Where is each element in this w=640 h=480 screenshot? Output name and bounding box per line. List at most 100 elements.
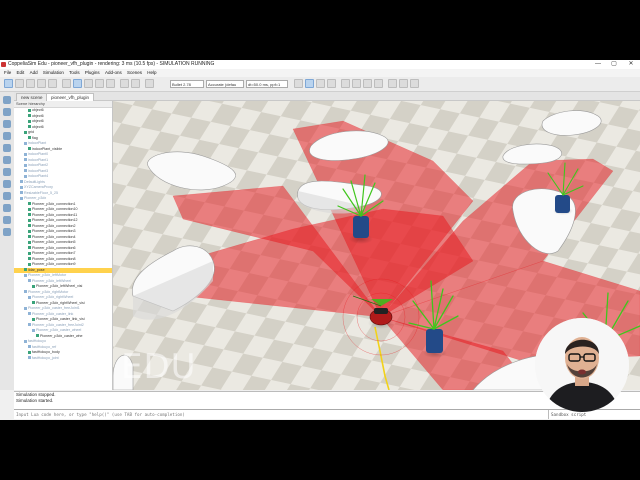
transfer-dna-button[interactable] [106, 79, 115, 88]
object-icon [20, 196, 23, 200]
camera-zoom-button[interactable] [37, 79, 46, 88]
timestep-select[interactable]: dt=50.0 ms, ppf=1 [246, 80, 288, 88]
camera-pan-button[interactable] [4, 79, 13, 88]
menu-help[interactable]: Help [147, 69, 156, 77]
scene-hierarchy-icon[interactable] [3, 108, 11, 116]
user-settings-icon[interactable] [3, 228, 11, 236]
scene-selector-button[interactable] [410, 79, 419, 88]
title-bar: CoppeliaSim Edu - pioneer_vfh_plugin - r… [0, 60, 640, 69]
object-icon [24, 158, 27, 162]
menu-scenes[interactable]: Scenes [127, 69, 142, 77]
undo-button[interactable] [120, 79, 129, 88]
object-icon [36, 334, 39, 338]
robot-lidar [374, 308, 388, 314]
object-icon [28, 108, 31, 112]
hierarchy-item-label: lidar_pose [28, 267, 45, 272]
hierarchy-header: Scene hierarchy [14, 101, 112, 108]
accuracy-select[interactable]: Accurate (defau [206, 80, 244, 88]
menu-file[interactable]: File [4, 69, 11, 77]
pause-button[interactable] [316, 79, 325, 88]
object-icon [28, 323, 31, 327]
object-icon [28, 251, 31, 255]
menu-plugins[interactable]: Plugins [85, 69, 100, 77]
scene-view-button[interactable] [388, 79, 397, 88]
object-icon [28, 147, 31, 151]
hierarchy-item-label: grid [28, 130, 34, 134]
hierarchy-item-label: Pioneer_p3dx_connection12 [32, 218, 78, 222]
presenter-image [535, 318, 629, 412]
hierarchy-item[interactable]: fastHokuyo_joint [14, 356, 112, 362]
minimize-button[interactable]: — [592, 60, 604, 69]
object-icon [28, 218, 31, 222]
collections-icon[interactable] [3, 168, 11, 176]
object-icon [28, 345, 31, 349]
hierarchy-item-label: Pioneer_p3dx_connection10 [32, 207, 78, 211]
object-rotate-button[interactable] [84, 79, 93, 88]
scripts-icon[interactable] [3, 180, 11, 188]
sandbox-script-select[interactable]: Sandbox script [548, 410, 640, 419]
object-select-button[interactable] [62, 79, 71, 88]
object-properties-icon[interactable] [3, 144, 11, 152]
object-icon [28, 262, 31, 266]
object-icon [28, 246, 31, 250]
camera-fit-button[interactable] [48, 79, 57, 88]
lua-command-bar: Sandbox script [14, 409, 640, 419]
menu-simulation[interactable]: Simulation [43, 69, 64, 77]
object-icon [32, 301, 35, 305]
object-icon [28, 356, 31, 360]
object-icon [24, 141, 27, 145]
hierarchy-item-label: Pioneer_p3dx_connection8 [32, 256, 76, 261]
physics-engine-select[interactable]: Bullet 2.78 [170, 80, 204, 88]
hierarchy-item-label: indoorPlant0 [28, 152, 49, 156]
calculation-modules-icon[interactable] [3, 156, 11, 164]
window-title: CoppeliaSim Edu - pioneer_vfh_plugin - r… [8, 61, 215, 67]
object-shift-button[interactable] [73, 79, 82, 88]
hierarchy-item-label: Pioneer_p3dx_connection2 [32, 223, 76, 228]
selection-mode-icon[interactable] [3, 216, 11, 224]
camera-rotate-button[interactable] [15, 79, 24, 88]
realtime-button[interactable] [294, 79, 303, 88]
presenter-mouth [578, 369, 586, 375]
model-browser-icon[interactable] [3, 96, 11, 104]
hierarchy-item-label: fastHokuyo [28, 339, 46, 343]
plant-1-pot [353, 216, 369, 238]
lua-command-input[interactable] [14, 410, 514, 419]
assembly-button[interactable] [95, 79, 104, 88]
shape-edit-icon[interactable] [3, 192, 11, 200]
play-button[interactable] [305, 79, 314, 88]
selection-icon[interactable] [3, 132, 11, 140]
redo-button[interactable] [131, 79, 140, 88]
left-toolbar [0, 92, 15, 390]
object-icon [24, 163, 27, 167]
close-button[interactable]: ✕ [625, 60, 637, 69]
menu-edit[interactable]: Edit [17, 69, 25, 77]
path-edit-icon[interactable] [3, 204, 11, 212]
menu-tools[interactable]: Tools [69, 69, 80, 77]
menu-add[interactable]: Add [30, 69, 38, 77]
object-icon [24, 273, 27, 277]
hierarchy-item-label: fastHokuyo_body [32, 350, 60, 354]
object-icon [28, 119, 31, 123]
hierarchy-tree: object6 object6 object6 object6 grid flag indo… [14, 108, 112, 361]
object-icon [24, 152, 27, 156]
layers-icon[interactable] [3, 120, 11, 128]
hierarchy-item-label: Pioneer_p3dx_connection9 [32, 262, 76, 266]
object-icon [28, 279, 31, 283]
slower-button[interactable] [341, 79, 350, 88]
menu-addons[interactable]: Add-ons [105, 69, 122, 77]
camera-shift-button[interactable] [26, 79, 35, 88]
tab-new-scene[interactable]: new scene [16, 93, 48, 101]
visualization-button[interactable] [374, 79, 383, 88]
hierarchy-item-label: indoorPlant3 [28, 168, 49, 173]
tab-pioneer-vfh-plugin[interactable]: pioneer_vfh_plugin [46, 93, 95, 101]
hierarchy-item-label: Pioneer_p3dx_caster_freeJoint2 [32, 322, 84, 327]
app-icon [1, 62, 6, 67]
maximize-button[interactable]: ▢ [608, 60, 620, 69]
hierarchy-item-label: Pioneer_p3dx_connection6 [32, 245, 76, 250]
page-selector-button[interactable] [399, 79, 408, 88]
dynamics-toggle-button[interactable] [145, 79, 154, 88]
faster-button[interactable] [352, 79, 361, 88]
stop-button[interactable] [327, 79, 336, 88]
thread-button[interactable] [363, 79, 372, 88]
hierarchy-item-label: Pioneer_p3dx_rightWheel [32, 295, 74, 299]
